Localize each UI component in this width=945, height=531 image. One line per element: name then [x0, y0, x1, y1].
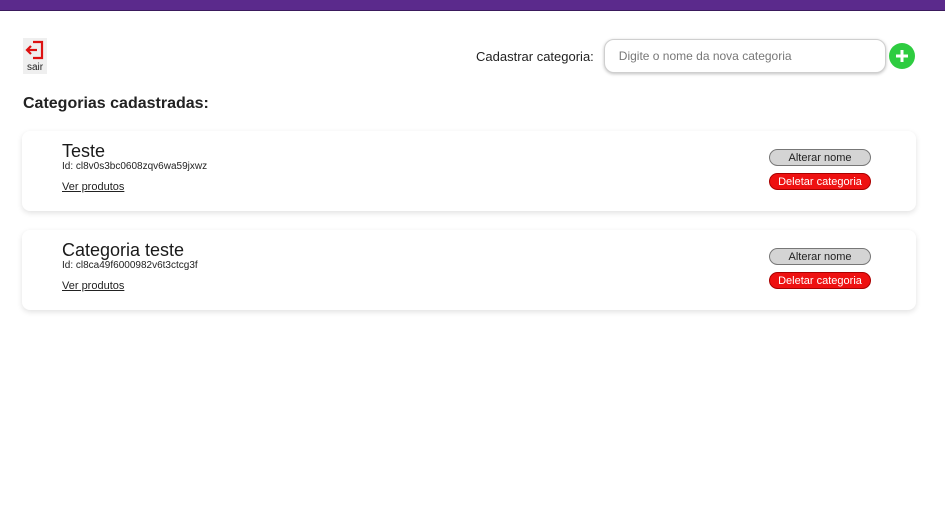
category-name: Categoria teste	[62, 240, 185, 260]
section-title: Categorias cadastradas:	[23, 95, 209, 112]
delete-button[interactable]: Deletar categoria	[769, 272, 871, 289]
register-category-label: Cadastrar categoria:	[476, 48, 594, 64]
category-card: Teste Id: cl8v0s3bc0608zqv6wa59jxwz Ver …	[22, 131, 916, 211]
category-name-input[interactable]	[603, 39, 886, 73]
view-products-link[interactable]: Ver produtos	[62, 280, 124, 292]
register-category-form: Cadastrar categoria:	[476, 39, 915, 73]
category-id: Id: cl8v0s3bc0608zqv6wa59jxwz	[62, 161, 208, 172]
category-id: Id: cl8ca49f6000982v6t3ctcg3f	[62, 260, 198, 271]
logout-button[interactable]: sair	[23, 38, 47, 74]
delete-button[interactable]: Deletar categoria	[769, 173, 871, 190]
category-card: Categoria teste Id: cl8ca49f6000982v6t3c…	[22, 230, 916, 310]
rename-button[interactable]: Alterar nome	[769, 248, 871, 265]
logout-icon	[25, 40, 44, 60]
add-category-button[interactable]	[888, 43, 915, 69]
logout-label: sair	[26, 62, 44, 73]
rename-button[interactable]: Alterar nome	[769, 149, 871, 166]
top-bar	[0, 0, 945, 11]
category-name: Teste	[62, 141, 106, 161]
plus-icon	[895, 50, 908, 62]
view-products-link[interactable]: Ver produtos	[62, 181, 124, 193]
